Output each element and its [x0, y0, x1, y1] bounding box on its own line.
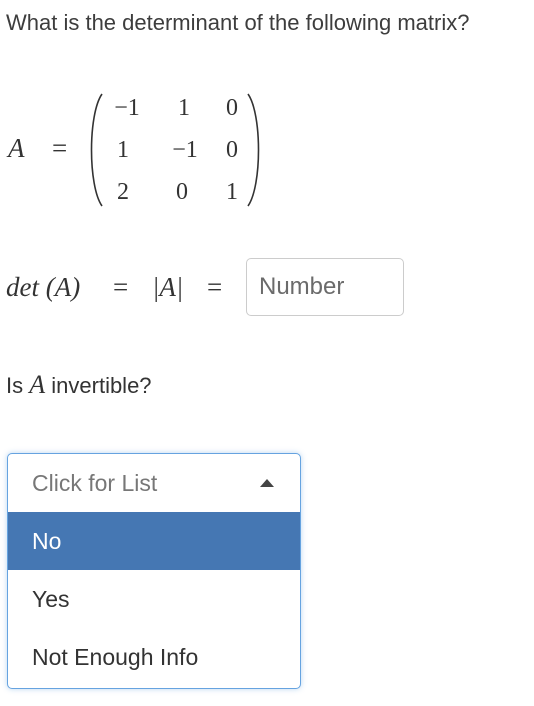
dropdown-toggle[interactable]: Click for List [8, 454, 300, 512]
matrix-cell: −1 [172, 137, 198, 163]
invertible-var: A [29, 370, 46, 399]
det-expression: det (A) [6, 272, 81, 302]
question-text: What is the determinant of the following… [6, 10, 470, 35]
determinant-number-input[interactable] [246, 258, 404, 316]
matrix-cell: 0 [176, 179, 188, 205]
matrix-equals: = [52, 133, 68, 163]
matrix-cell: 0 [226, 137, 238, 163]
matrix-cell: 1 [117, 137, 129, 163]
matrix-label: A [8, 133, 25, 163]
left-paren [90, 93, 103, 207]
invertible-question: Is A invertible? [6, 370, 152, 400]
dropdown-option-not-enough-info[interactable]: Not Enough Info [8, 628, 300, 686]
matrix-cell: 0 [226, 95, 238, 121]
invertible-suffix: invertible? [51, 373, 152, 398]
matrix-cell: 1 [178, 95, 190, 121]
dropdown-option-no[interactable]: No [8, 512, 300, 570]
invertible-dropdown[interactable]: Click for List No Yes Not Enough Info [7, 453, 301, 689]
det-equals-1: = [113, 272, 129, 302]
matrix-cell: 1 [226, 179, 238, 205]
matrix-cell: −1 [114, 95, 140, 121]
caret-up-icon [260, 479, 274, 487]
dropdown-option-yes[interactable]: Yes [8, 570, 300, 628]
det-equals-2: = [207, 272, 223, 302]
abs-a: |A| [152, 272, 184, 302]
invertible-prefix: Is [6, 373, 24, 398]
matrix-cell: 2 [117, 179, 129, 205]
dropdown-placeholder: Click for List [32, 469, 158, 496]
